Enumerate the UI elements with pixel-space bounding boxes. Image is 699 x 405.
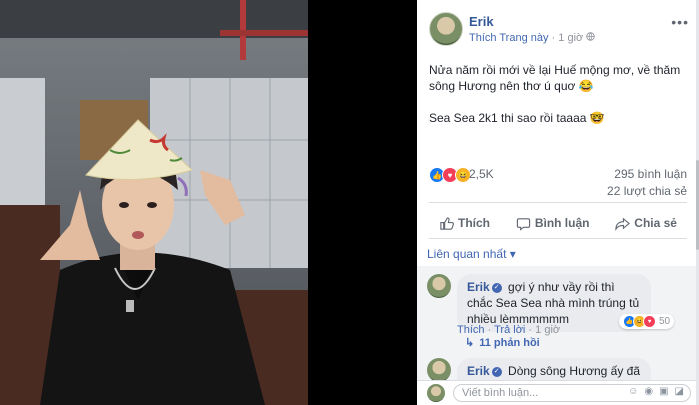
post-panel: Erik Thích Trang này · 1 giờ ••• Nửa năm…: [417, 0, 699, 405]
comment-reaction-count: 50: [659, 316, 671, 327]
comment-reply-link[interactable]: Trả lời: [494, 324, 525, 336]
comment-icon: [516, 217, 530, 231]
like-label: Thích: [458, 216, 490, 230]
post-text-line2: Sea Sea 2k1 thi sao rồi taaaa 🤓: [429, 111, 605, 125]
globe-icon: [586, 32, 596, 44]
share-label: Chia sẻ: [634, 216, 677, 230]
comment-time[interactable]: 1 giờ: [535, 324, 560, 336]
composer-icons: ☺ ◉ ▣ ◪: [628, 386, 684, 397]
verified-icon: ✓: [491, 366, 502, 377]
post-time[interactable]: 1 giờ: [558, 32, 583, 44]
share-button[interactable]: Chia sẻ: [605, 210, 687, 236]
photo-illustration: [0, 0, 308, 405]
comment-actions: Thích · Trả lời · 1 giờ: [457, 324, 561, 336]
commenter-avatar[interactable]: [427, 358, 451, 382]
love-reaction-icon: ♥: [643, 315, 656, 328]
commenter-avatar[interactable]: [427, 274, 451, 298]
camera-icon[interactable]: ◉: [644, 386, 653, 397]
emoji-icon[interactable]: ☺: [628, 386, 638, 397]
sticker-icon[interactable]: ◪: [675, 386, 684, 397]
comment-reactions[interactable]: 👍 😆 ♥ 50: [619, 314, 675, 329]
comment-placeholder: Viết bình luận...: [462, 387, 539, 399]
chevron-down-icon: ▾: [509, 247, 516, 261]
author-avatar[interactable]: [429, 12, 463, 46]
reaction-count[interactable]: 2,5K: [469, 167, 494, 181]
comment-composer: Viết bình luận... ☺ ◉ ▣ ◪: [417, 380, 699, 405]
comment-label: Bình luận: [534, 216, 590, 230]
comment-input[interactable]: Viết bình luận... ☺ ◉ ▣ ◪: [453, 384, 691, 402]
share-count[interactable]: 22 lượt chia sẻ: [607, 184, 687, 198]
post-text-line1: Nửa năm rồi mới về lại Huế mộng mơ, về t…: [429, 63, 681, 93]
more-icon[interactable]: •••: [671, 14, 689, 30]
post-text: Nửa năm rồi mới về lại Huế mộng mơ, về t…: [429, 62, 687, 142]
commenter-name[interactable]: Erik: [467, 280, 490, 294]
divider: [429, 202, 687, 203]
viewer-avatar: [427, 384, 445, 402]
comment-count[interactable]: 295 bình luận: [614, 167, 687, 181]
comments-list: Erik ✓ gợi ý như vầy rồi thì chắc Sea Sea…: [417, 266, 699, 400]
reply-arrow-icon: ↳: [465, 337, 475, 349]
gif-icon[interactable]: ▣: [659, 386, 668, 397]
post-meta: Thích Trang này · 1 giờ: [469, 32, 596, 44]
view-replies-link[interactable]: ↳ 11 phản hồi: [465, 336, 540, 350]
photo-viewer[interactable]: [0, 0, 417, 405]
divider: [429, 238, 687, 239]
verified-icon: ✓: [491, 282, 502, 293]
share-icon: [615, 217, 631, 231]
author-name[interactable]: Erik: [469, 14, 494, 29]
meta-separator: ·: [551, 32, 556, 44]
like-icon: [440, 216, 454, 230]
follow-page-link[interactable]: Thích Trang này: [469, 32, 549, 44]
reaction-icons: 👍 ♥ 😆: [429, 167, 471, 183]
comment-button[interactable]: Bình luận: [506, 210, 600, 236]
post-header: Erik Thích Trang này · 1 giờ •••: [429, 12, 691, 48]
replies-label: 11 phản hồi: [479, 336, 540, 349]
commenter-name[interactable]: Erik: [467, 364, 490, 378]
post-photo: [0, 0, 308, 405]
post-actions: Thích Bình luận Chia sẻ: [429, 210, 687, 236]
like-button[interactable]: Thích: [429, 210, 500, 236]
comment-like-link[interactable]: Thích: [457, 324, 485, 336]
sort-label: Liên quan nhất: [427, 247, 507, 261]
comment-sort-dropdown[interactable]: Liên quan nhất ▾: [427, 247, 516, 261]
reactions-summary[interactable]: 👍 ♥ 😆 2,5K 295 bình luận: [429, 165, 687, 183]
